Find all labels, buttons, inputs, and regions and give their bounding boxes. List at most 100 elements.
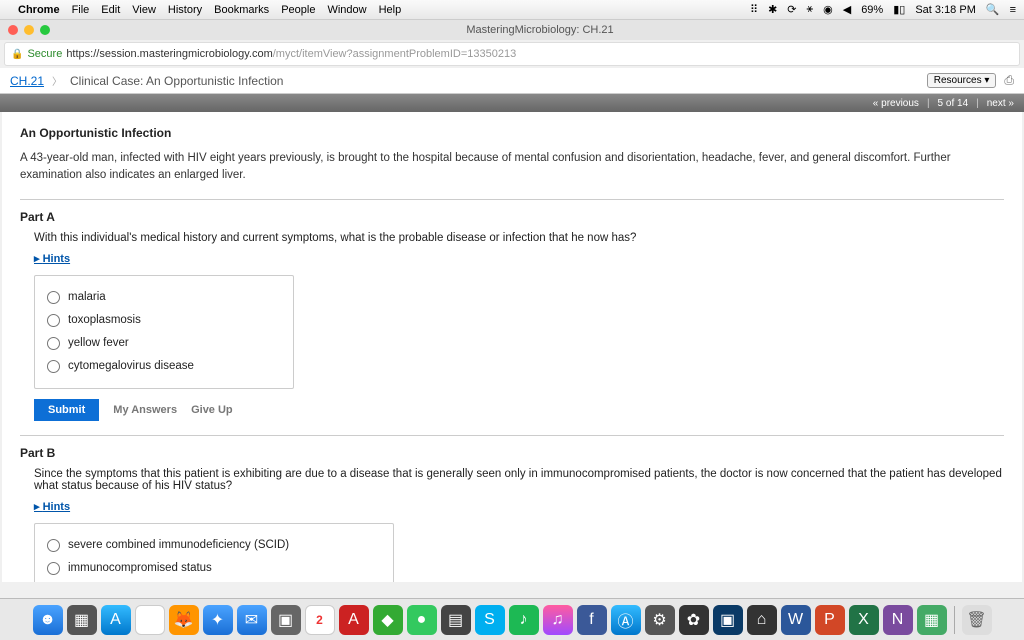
part-a-options: malaria toxoplasmosis yellow fever cytom…	[34, 275, 294, 389]
dock-divider	[954, 606, 955, 634]
next-link[interactable]: next »	[987, 98, 1014, 109]
course-header: CH.21 〉 Clinical Case: An Opportunistic …	[0, 68, 1024, 94]
volume-icon[interactable]: ◀	[843, 3, 851, 16]
menu-people[interactable]: People	[281, 4, 315, 16]
option-yellow-fever[interactable]: yellow fever	[47, 332, 281, 355]
address-bar[interactable]: 🔒 Secure https://session.masteringmicrob…	[4, 42, 1020, 66]
part-b-options: severe combined immunodeficiency (SCID) …	[34, 523, 394, 583]
divider	[20, 199, 1004, 200]
dock-powerpoint-icon[interactable]: P	[815, 605, 845, 635]
prev-link[interactable]: « previous	[873, 98, 919, 109]
content-area: An Opportunistic Infection A 43-year-old…	[2, 112, 1022, 582]
part-b-hints[interactable]: Hints	[34, 500, 1004, 513]
dock-onenote-icon[interactable]: N	[883, 605, 913, 635]
dock-word-icon[interactable]: W	[781, 605, 811, 635]
part-b-question: Since the symptoms that this patient is …	[34, 468, 1004, 492]
menu-file[interactable]: File	[72, 4, 90, 16]
battery-pct: 69%	[861, 4, 883, 16]
nav-strip: « previous | 5 of 14 | next »	[0, 94, 1024, 112]
menubar-app[interactable]: Chrome	[18, 4, 60, 16]
radio-input[interactable]	[47, 314, 60, 327]
option-cmv[interactable]: cytomegalovirus disease	[47, 355, 281, 378]
dock-citrix-icon[interactable]: ▣	[713, 605, 743, 635]
dock-app-icon[interactable]: ◆	[373, 605, 403, 635]
menu-window[interactable]: Window	[327, 4, 366, 16]
dock-notes-icon[interactable]: ▤	[441, 605, 471, 635]
evernote-icon[interactable]: ✱	[768, 3, 777, 16]
option-graves[interactable]: Graves' disease	[47, 580, 381, 583]
page-heading: An Opportunistic Infection	[20, 126, 1004, 140]
dock-spotify-icon[interactable]: ♪	[509, 605, 539, 635]
wifi-icon[interactable]: ◉	[823, 3, 833, 16]
browser-tab-title[interactable]: MasteringMicrobiology: CH.21	[56, 24, 1024, 36]
radio-input[interactable]	[47, 539, 60, 552]
case-intro: A 43-year-old man, infected with HIV eig…	[20, 150, 1004, 185]
divider	[20, 435, 1004, 436]
my-answers-link[interactable]: My Answers	[113, 404, 177, 416]
dock-appstore-icon[interactable]: A	[101, 605, 131, 635]
radio-input[interactable]	[47, 291, 60, 304]
menu-edit[interactable]: Edit	[101, 4, 120, 16]
dock-adobe-icon[interactable]: A	[339, 605, 369, 635]
dock-firefox-icon[interactable]: 🦊	[169, 605, 199, 635]
browser-titlebar: MasteringMicrobiology: CH.21	[0, 20, 1024, 40]
menu-bookmarks[interactable]: Bookmarks	[214, 4, 269, 16]
give-up-link[interactable]: Give Up	[191, 404, 233, 416]
option-malaria[interactable]: malaria	[47, 286, 281, 309]
part-a-question: With this individual's medical history a…	[34, 232, 1004, 244]
submit-button[interactable]: Submit	[34, 399, 99, 421]
menu-history[interactable]: History	[168, 4, 202, 16]
dock-photos-icon[interactable]: ✿	[679, 605, 709, 635]
dock-messages-icon[interactable]: ●	[407, 605, 437, 635]
secure-label: Secure	[27, 48, 62, 60]
minimize-icon[interactable]	[24, 25, 34, 35]
dock-appstore2-icon[interactable]: Ⓐ	[611, 605, 641, 635]
dock-skype-icon[interactable]: S	[475, 605, 505, 635]
part-a-hints[interactable]: Hints	[34, 252, 1004, 265]
mac-dock: ☻ ▦ A ◉ 🦊 ✦ ✉ ▣ 2 A ◆ ● ▤ S ♪ ♫ f Ⓐ ⚙ ✿ …	[0, 598, 1024, 640]
nav-position: 5 of 14	[938, 98, 969, 109]
dock-home-icon[interactable]: ⌂	[747, 605, 777, 635]
dock-safari-icon[interactable]: ✦	[203, 605, 233, 635]
radio-input[interactable]	[47, 562, 60, 575]
clock[interactable]: Sat 3:18 PM	[915, 4, 976, 16]
mac-menubar: Chrome File Edit View History Bookmarks …	[0, 0, 1024, 20]
dock-facebook-icon[interactable]: f	[577, 605, 607, 635]
dock-chrome-icon[interactable]: ◉	[135, 605, 165, 635]
dock-calendar-icon[interactable]: 2	[305, 605, 335, 635]
dock-itunes-icon[interactable]: ♫	[543, 605, 573, 635]
assignment-title: Clinical Case: An Opportunistic Infectio…	[70, 74, 283, 88]
dock-excel-icon[interactable]: X	[849, 605, 879, 635]
menu-icon[interactable]: ≡	[1010, 4, 1016, 16]
radio-input[interactable]	[47, 337, 60, 350]
dock-photo-icon[interactable]: ▦	[917, 605, 947, 635]
sync-icon[interactable]: ⟳	[787, 3, 796, 16]
dock-syspref-icon[interactable]: ⚙	[645, 605, 675, 635]
option-immunocompromised[interactable]: immunocompromised status	[47, 557, 381, 580]
dock-preview-icon[interactable]: ▣	[271, 605, 301, 635]
option-scid[interactable]: severe combined immunodeficiency (SCID)	[47, 534, 381, 557]
url-path: /myct/itemView?assignmentProblemID=13350…	[273, 48, 516, 60]
close-icon[interactable]	[8, 25, 18, 35]
dock-launchpad-icon[interactable]: ▦	[67, 605, 97, 635]
menu-view[interactable]: View	[132, 4, 156, 16]
bluetooth-icon[interactable]: ⚹	[807, 3, 814, 16]
chapter-link[interactable]: CH.21	[10, 74, 44, 88]
part-b-title: Part B	[20, 446, 1004, 460]
lock-icon: 🔒	[11, 49, 23, 60]
url-host: https://session.masteringmicrobiology.co…	[66, 48, 272, 60]
dock-mail-icon[interactable]: ✉	[237, 605, 267, 635]
zoom-icon[interactable]	[40, 25, 50, 35]
radio-input[interactable]	[47, 360, 60, 373]
dropbox-icon[interactable]: ⠿	[750, 3, 758, 16]
spotlight-icon[interactable]: 🔍	[986, 3, 1000, 16]
print-icon[interactable]: ⎙	[1004, 73, 1014, 88]
resources-button[interactable]: Resources ▾	[927, 73, 997, 88]
dock-trash-icon[interactable]: 🗑	[962, 605, 992, 635]
part-a-actions: Submit My Answers Give Up	[34, 399, 1004, 421]
menu-help[interactable]: Help	[379, 4, 402, 16]
option-toxoplasmosis[interactable]: toxoplasmosis	[47, 309, 281, 332]
battery-icon: ▮▯	[893, 3, 905, 16]
part-a-title: Part A	[20, 210, 1004, 224]
dock-finder-icon[interactable]: ☻	[33, 605, 63, 635]
